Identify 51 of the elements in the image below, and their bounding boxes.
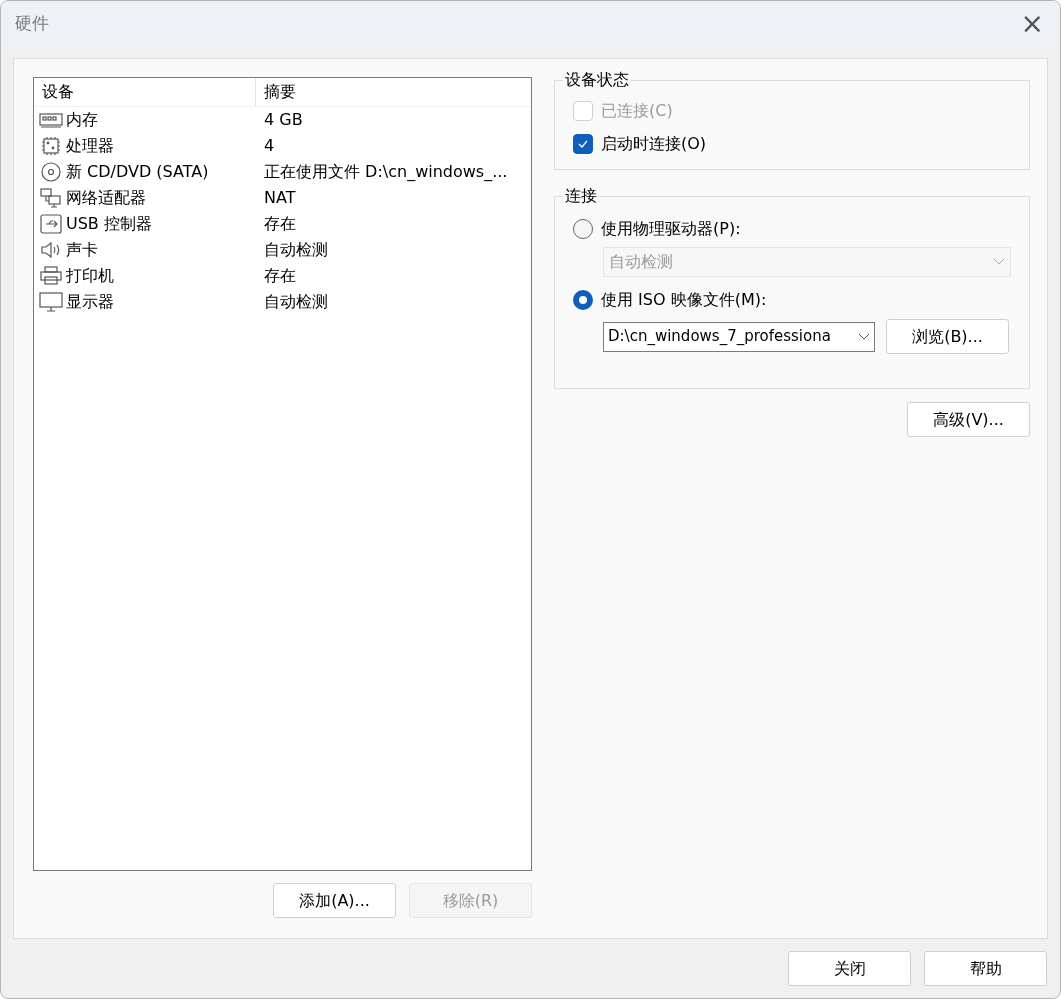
device-row[interactable]: 声卡 自动检测	[34, 237, 531, 263]
device-summary: 自动检测	[263, 291, 328, 313]
iso-path: D:\cn_windows_7_professiona	[608, 326, 831, 348]
group-title: 设备状态	[564, 69, 630, 91]
device-summary: 存在	[263, 265, 296, 287]
chevron-down-icon	[993, 258, 1005, 266]
monitor-icon	[39, 292, 63, 312]
device-name: USB 控制器	[66, 213, 152, 235]
device-row[interactable]: 新 CD/DVD (SATA) 正在使用文件 D:\cn_windows_...	[34, 159, 531, 185]
device-row[interactable]: 网络适配器 NAT	[34, 185, 531, 211]
device-row[interactable]: 内存 4 GB	[34, 107, 531, 133]
device-summary: 自动检测	[263, 239, 328, 261]
device-summary: 4	[263, 135, 275, 157]
close-dialog-button[interactable]: 关闭	[788, 951, 911, 986]
device-row[interactable]: 处理器 4	[34, 133, 531, 159]
network-computers-icon	[39, 188, 63, 208]
radio-button[interactable]	[573, 289, 593, 310]
disc-icon	[39, 162, 63, 182]
group-title: 连接	[564, 185, 598, 207]
device-summary: 4 GB	[263, 109, 303, 131]
window-title: 硬件	[15, 11, 49, 35]
device-name: 内存	[66, 109, 98, 131]
checkbox-label: 启动时连接(O)	[601, 132, 707, 155]
device-name: 处理器	[66, 135, 114, 157]
chip-icon	[39, 136, 63, 156]
device-row[interactable]: USB 控制器 存在	[34, 211, 531, 237]
add-button[interactable]: 添加(A)...	[273, 883, 396, 918]
printer-icon	[39, 266, 63, 286]
browse-button[interactable]: 浏览(B)...	[886, 319, 1009, 354]
iso-path-dropdown[interactable]: D:\cn_windows_7_professiona	[603, 321, 875, 352]
close-button[interactable]: ×	[1020, 9, 1044, 38]
checkbox[interactable]	[573, 133, 593, 154]
chevron-down-icon	[858, 332, 870, 341]
memory-module-icon	[39, 110, 63, 130]
column-header[interactable]: 摘要	[256, 78, 531, 106]
device-name: 声卡	[66, 239, 98, 261]
device-row[interactable]: 显示器 自动检测	[34, 289, 531, 315]
device-name: 打印机	[66, 265, 114, 287]
device-name: 新 CD/DVD (SATA)	[66, 161, 209, 183]
device-name: 网络适配器	[66, 187, 146, 209]
device-summary: 存在	[263, 213, 296, 235]
advanced-button[interactable]: 高级(V)...	[907, 402, 1030, 437]
device-name: 显示器	[66, 291, 114, 313]
checkbox-label: 已连接(C)	[601, 99, 673, 122]
help-button[interactable]: 帮助	[924, 951, 1047, 986]
device-summary: NAT	[263, 187, 296, 209]
radio-label: 使用物理驱动器(P):	[601, 217, 741, 240]
column-header[interactable]: 设备	[34, 78, 256, 106]
device-row[interactable]: 打印机 存在	[34, 263, 531, 289]
device-summary: 正在使用文件 D:\cn_windows_...	[263, 161, 508, 183]
radio-label: 使用 ISO 映像文件(M):	[601, 288, 767, 311]
